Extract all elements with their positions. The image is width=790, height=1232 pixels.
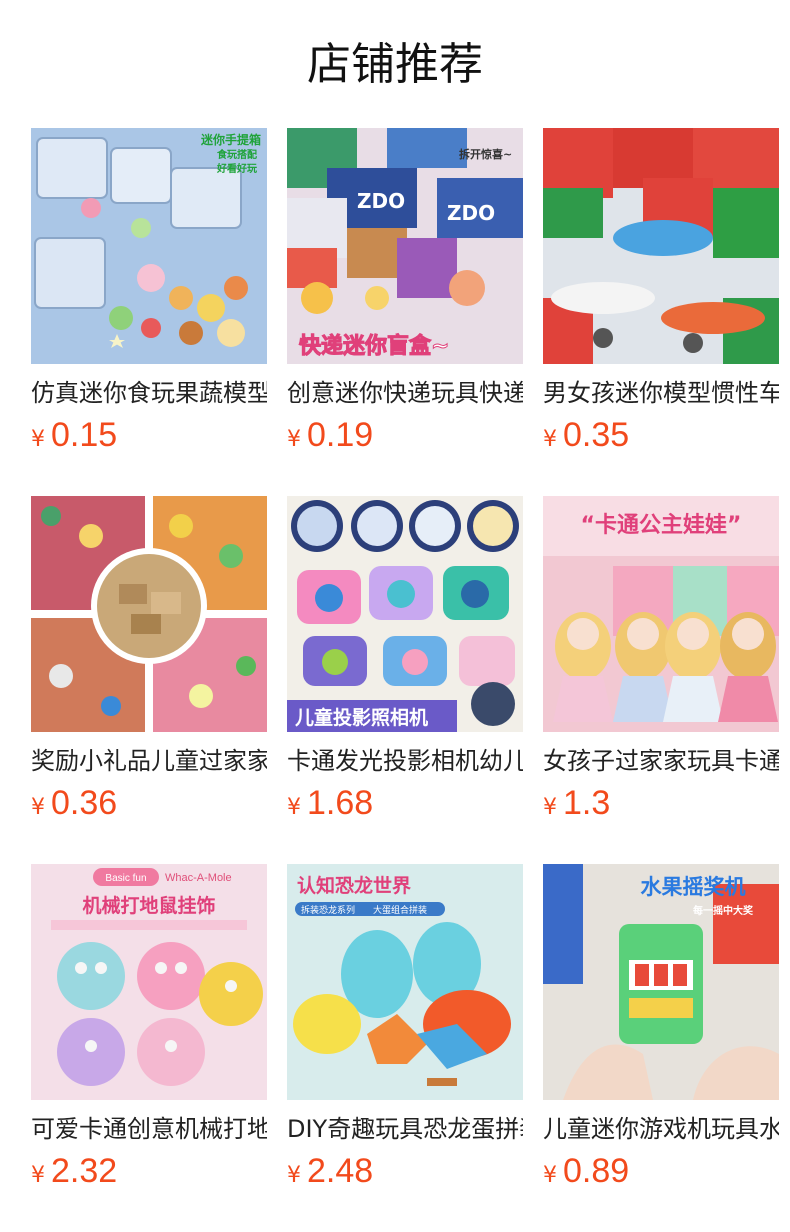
overlay-text-2: Whac-A-Mole <box>165 872 232 884</box>
price-value: 1.3 <box>563 784 611 822</box>
overlay-text-1: Basic fun <box>105 873 146 884</box>
mini-express-box-image[interactable]: ZDO ZDO 快递迷你盲盒~ 拆开惊喜~ <box>287 128 523 364</box>
product-price: ¥0.36 <box>31 784 117 828</box>
product-name: 仿真迷你食玩果蔬模型 <box>31 379 267 407</box>
toy-plane-car-image[interactable] <box>543 128 779 364</box>
price-value: 0.19 <box>307 416 374 454</box>
overlay-text-2: 食玩搭配 <box>216 148 257 161</box>
price-value: 0.35 <box>563 416 630 454</box>
princess-doll-image[interactable]: “卡通公主娃娃” <box>543 496 779 732</box>
product-price: ¥0.15 <box>31 416 117 460</box>
product-price: ¥1.68 <box>287 784 373 828</box>
mini-food-box-image[interactable]: 迷你手提箱 食玩搭配 好看好玩 <box>31 128 267 364</box>
page-title: 店铺推荐 <box>307 39 483 90</box>
product-name: 奖励小礼品儿童过家家玩具 <box>31 747 267 775</box>
overlay-text-2: 每一摇中大奖 <box>693 904 754 917</box>
currency-symbol: ¥ <box>287 427 301 452</box>
whac-a-mole-image[interactable]: Basic fun Whac-A-Mole 机械打地鼠挂饰 <box>31 864 267 1100</box>
currency-symbol: ¥ <box>543 795 557 820</box>
product-name: 可爱卡通创意机械打地鼠 <box>31 1115 267 1143</box>
product-price: ¥2.32 <box>31 1152 117 1196</box>
product-card[interactable]: 认知恐龙世界 拆装恐龙系列 大蛋组合拼装 DIY奇趣玩具恐龙蛋拼装 ¥2.48 <box>287 864 523 1204</box>
overlay-text-1: 快递迷你盲盒~ <box>299 333 449 359</box>
currency-symbol: ¥ <box>31 795 45 820</box>
product-card[interactable]: 儿童投影照相机 卡通发光投影相机幼儿园 ¥1.68 <box>287 496 523 836</box>
overlay-text-2: 拆装恐龙系列 <box>301 904 355 916</box>
price-value: 2.48 <box>307 1152 374 1190</box>
currency-symbol: ¥ <box>287 1163 301 1188</box>
overlay-text-1: 儿童投影照相机 <box>294 706 428 729</box>
overlay-text-2: 拆开惊喜~ <box>459 147 512 161</box>
product-price: ¥1.3 <box>543 784 610 828</box>
product-card[interactable]: “卡通公主娃娃” 女孩子过家家玩具卡通娃娃 ¥1.3 <box>543 496 779 836</box>
product-name: 男女孩迷你模型惯性车 <box>543 379 779 407</box>
price-value: 2.32 <box>51 1152 118 1190</box>
product-card[interactable]: 水果摇奖机 每一摇中大奖 儿童迷你游戏机玩具水果 ¥0.89 <box>543 864 779 1204</box>
currency-symbol: ¥ <box>543 1163 557 1188</box>
product-card[interactable]: ZDO ZDO 快递迷你盲盒~ 拆开惊喜~ 创意迷你快递玩具快递盒 ¥0.19 <box>287 128 523 468</box>
overlay-text-3: 机械打地鼠挂饰 <box>82 894 215 917</box>
overlay-text-1: 迷你手提箱 <box>200 132 261 147</box>
price-value: 0.15 <box>51 416 118 454</box>
mini-gifts-collage-image[interactable] <box>31 496 267 732</box>
currency-symbol: ¥ <box>543 427 557 452</box>
product-name: DIY奇趣玩具恐龙蛋拼装 <box>287 1115 523 1143</box>
overlay-text-1: 认知恐龙世界 <box>297 874 411 897</box>
product-price: ¥0.89 <box>543 1152 629 1196</box>
product-name: 儿童迷你游戏机玩具水果 <box>543 1115 779 1143</box>
fruit-slot-machine-image[interactable]: 水果摇奖机 每一摇中大奖 <box>543 864 779 1100</box>
overlay-text-1: 水果摇奖机 <box>641 875 746 899</box>
product-name: 女孩子过家家玩具卡通娃娃 <box>543 747 779 775</box>
product-name: 创意迷你快递玩具快递盒 <box>287 379 523 407</box>
product-card[interactable]: 迷你手提箱 食玩搭配 好看好玩 仿真迷你食玩果蔬模型 ¥0.15 <box>31 128 267 468</box>
dinosaur-egg-image[interactable]: 认知恐龙世界 拆装恐龙系列 大蛋组合拼装 <box>287 864 523 1100</box>
svg-text:ZDO: ZDO <box>357 189 405 213</box>
product-name: 卡通发光投影相机幼儿园 <box>287 747 523 775</box>
price-value: 0.36 <box>51 784 118 822</box>
overlay-text-3: 大蛋组合拼装 <box>373 904 427 916</box>
product-price: ¥0.19 <box>287 416 373 460</box>
currency-symbol: ¥ <box>31 427 45 452</box>
product-card[interactable]: 男女孩迷你模型惯性车 ¥0.35 <box>543 128 779 468</box>
currency-symbol: ¥ <box>287 795 301 820</box>
overlay-text-3: 好看好玩 <box>216 162 257 175</box>
currency-symbol: ¥ <box>31 1163 45 1188</box>
product-card[interactable]: Basic fun Whac-A-Mole 机械打地鼠挂饰 可爱卡通创意机械打地… <box>31 864 267 1204</box>
svg-text:ZDO: ZDO <box>447 201 495 225</box>
product-price: ¥0.35 <box>543 416 629 460</box>
projector-camera-image[interactable]: 儿童投影照相机 <box>287 496 523 732</box>
price-value: 1.68 <box>307 784 374 822</box>
product-card[interactable]: 奖励小礼品儿童过家家玩具 ¥0.36 <box>31 496 267 836</box>
overlay-text-1: “卡通公主娃娃” <box>581 513 742 538</box>
product-price: ¥2.48 <box>287 1152 373 1196</box>
price-value: 0.89 <box>563 1152 630 1190</box>
